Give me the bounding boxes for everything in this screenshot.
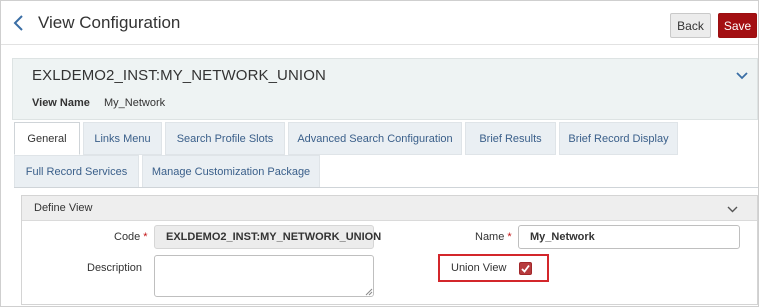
record-header: EXLDEMO2_INST:MY_NETWORK_UNION View Name… (12, 58, 758, 120)
name-label: Name * (475, 231, 512, 243)
section-title: Define View (34, 202, 93, 214)
checkmark-icon (521, 264, 530, 273)
description-field[interactable] (154, 255, 374, 297)
define-view-section: Define View (21, 195, 758, 305)
tab-search-profile-slots[interactable]: Search Profile Slots (165, 122, 285, 155)
view-name-value: My_Network (104, 97, 166, 109)
code-field: EXLDEMO2_INST:MY_NETWORK_UNION (154, 225, 381, 249)
record-title: EXLDEMO2_INST:MY_NETWORK_UNION (32, 67, 326, 84)
tab-brief-record-display[interactable]: Brief Record Display (559, 122, 678, 155)
page-header: View Configuration Back Save (1, 1, 758, 45)
page-title: View Configuration (38, 13, 181, 32)
tab-brief-results[interactable]: Brief Results (465, 122, 556, 155)
page-frame: View Configuration Back Save EXLDEMO2_IN… (0, 0, 759, 307)
chevron-left-icon[interactable] (11, 14, 27, 32)
tab-general[interactable]: General (14, 122, 80, 155)
tab-links-menu[interactable]: Links Menu (83, 122, 162, 155)
tab-divider (14, 187, 758, 188)
section-header[interactable]: Define View (22, 196, 757, 221)
required-marker: * (143, 231, 148, 243)
resize-grip-icon[interactable] (365, 288, 373, 296)
tab-full-record-services[interactable]: Full Record Services (14, 155, 139, 188)
chevron-down-icon[interactable] (727, 206, 738, 213)
back-button[interactable]: Back (670, 13, 711, 38)
union-view-checkbox[interactable] (519, 262, 532, 275)
union-view-label: Union View (451, 262, 507, 274)
required-marker: * (507, 231, 512, 243)
description-label: Description (87, 262, 143, 274)
name-field[interactable] (518, 225, 740, 249)
view-name-label: View Name (32, 97, 90, 109)
chevron-down-icon[interactable] (736, 72, 748, 80)
tab-advanced-search-configuration[interactable]: Advanced Search Configuration (288, 122, 462, 155)
code-label: Code * (114, 231, 148, 243)
save-button[interactable]: Save (718, 13, 757, 38)
tab-manage-customization-package[interactable]: Manage Customization Package (142, 155, 320, 188)
